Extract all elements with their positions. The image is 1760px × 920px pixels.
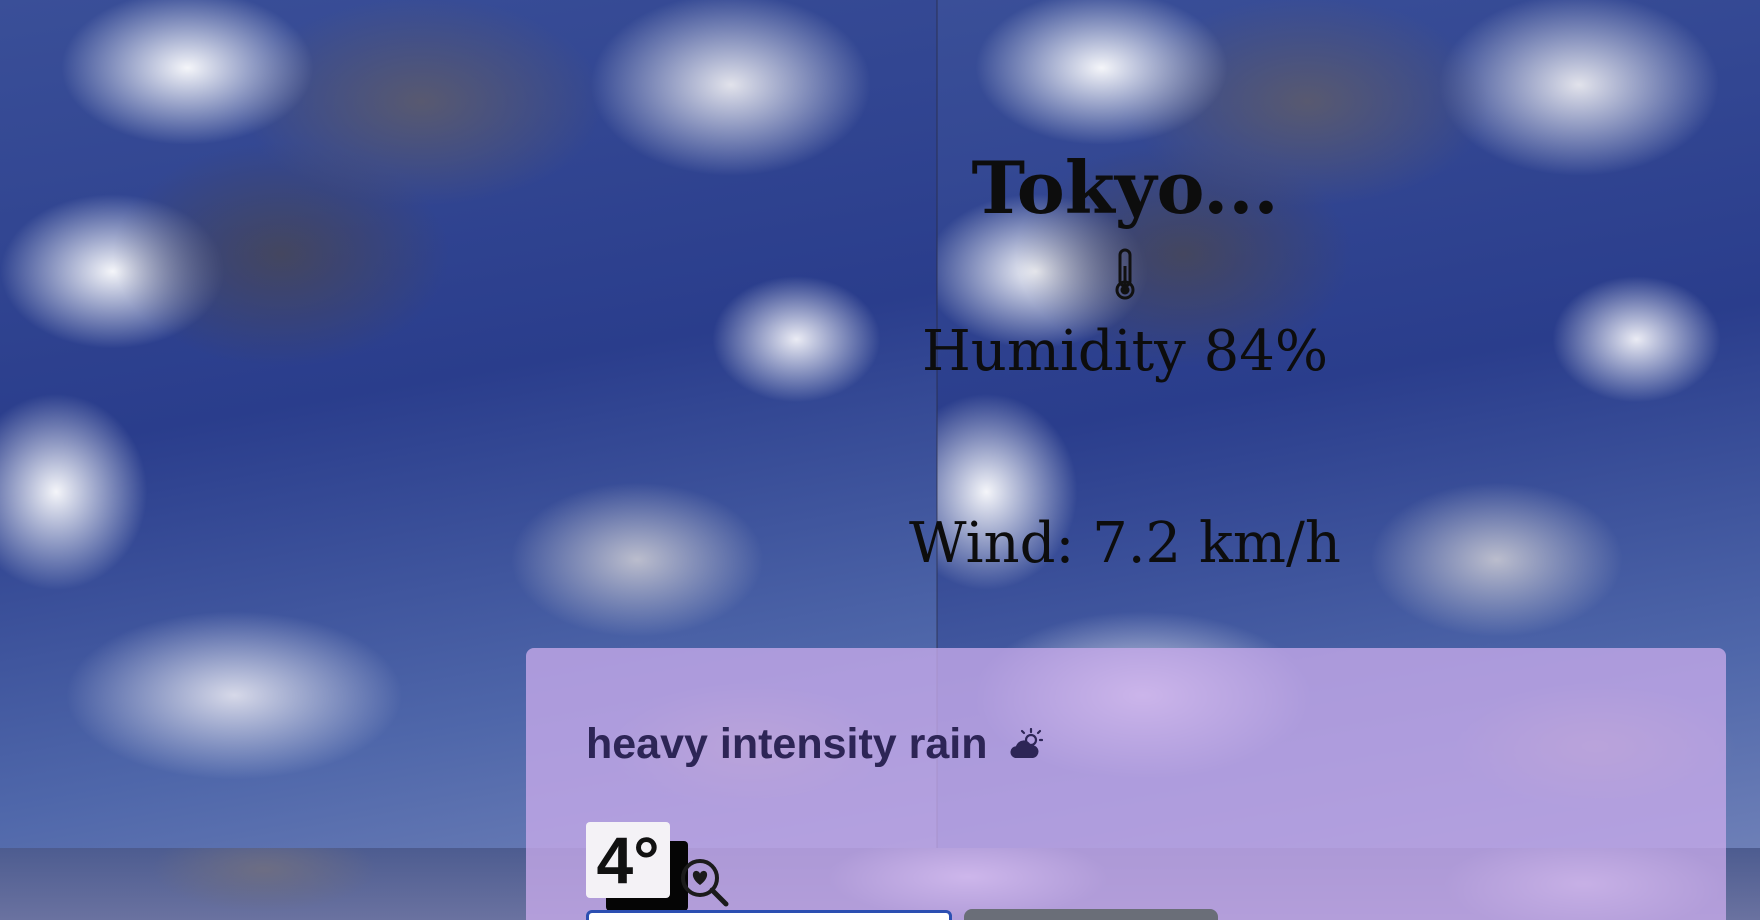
weather-description: heavy intensity rain — [586, 718, 1044, 770]
thermometer-icon — [1115, 248, 1135, 300]
wind-readout: Wind: 7.2 km/h — [909, 511, 1341, 576]
temperature-display: 4° — [586, 822, 670, 898]
cloud-sun-icon — [1010, 728, 1044, 758]
city-search-input[interactable] — [586, 910, 952, 920]
city-name: Tokyo... — [971, 145, 1279, 230]
weather-card: heavy intensity rain 4° — [526, 648, 1726, 920]
humidity-readout: Humidity 84% — [921, 319, 1329, 384]
description-text: heavy intensity rain — [586, 720, 988, 768]
search-heart-icon[interactable] — [676, 854, 732, 910]
search-button[interactable] — [964, 909, 1218, 920]
